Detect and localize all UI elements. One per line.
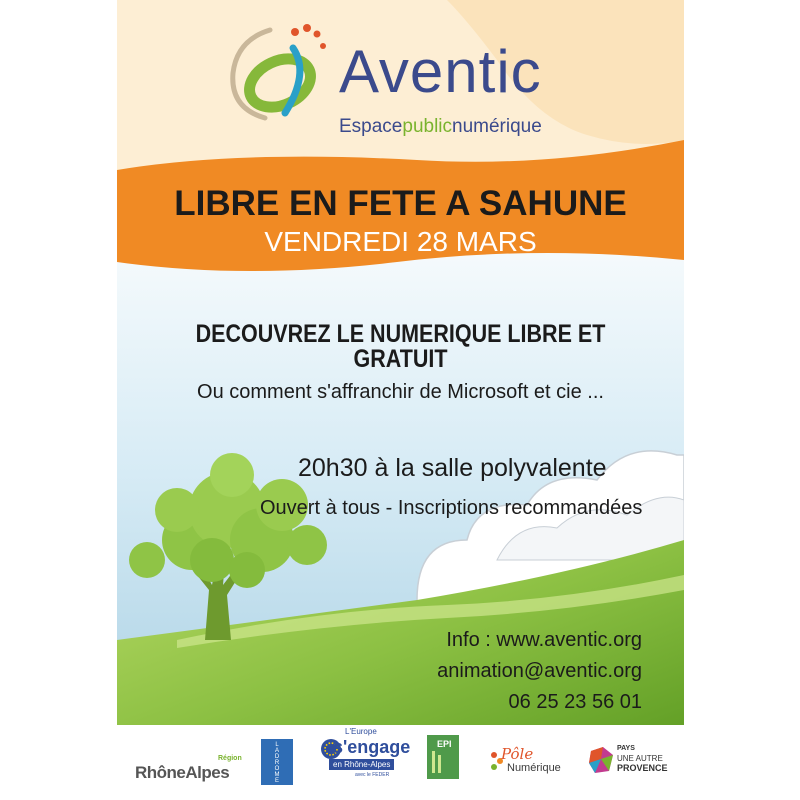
europe-line: en Rhône-Alpes xyxy=(329,759,395,770)
aventic-logo-icon xyxy=(230,24,326,121)
pays-line: UNE AUTRE xyxy=(617,754,663,763)
headline: DECOUVREZ LE NUMERIQUE LIBRE ET GRATUIT xyxy=(195,320,606,373)
pole-line: Numérique xyxy=(507,762,561,774)
rhone-alpes-region-label: Région xyxy=(218,755,242,762)
rhone-alpes-logo: Région RhôneAlpes xyxy=(135,755,243,785)
registration-note: Ouvert à tous - Inscriptions recommandée… xyxy=(260,497,643,519)
provence-map-icon xyxy=(589,747,613,773)
pays-line: PROVENCE xyxy=(617,763,668,773)
brand-name: Aventic xyxy=(339,38,542,105)
epi-logo: EPI xyxy=(427,735,459,779)
epi-label: EPI xyxy=(437,739,452,749)
info-phone: 06 25 23 56 01 xyxy=(508,691,642,713)
info-website: Info : www.aventic.org xyxy=(446,629,642,651)
drome-logo: L A D R O M E xyxy=(261,739,293,785)
pole-line: Pôle xyxy=(501,745,534,763)
europe-line: avec le FEDER xyxy=(355,772,390,778)
event-date: VENDREDI 28 MARS xyxy=(264,226,537,257)
pays-line: PAYS xyxy=(617,745,635,752)
info-email: animation@aventic.org xyxy=(437,660,642,682)
brand-tagline: Espacepublicnumérique xyxy=(339,117,542,136)
partners-footer: Région RhôneAlpes L A D R O M E L'Europe… xyxy=(117,725,684,800)
europe-engage-logo: L'Europe s'engage en Rhône-Alpes avec le… xyxy=(315,725,410,795)
europe-line: L'Europe xyxy=(345,727,377,736)
drome-letter: E xyxy=(274,778,279,784)
tagline-part: numérique xyxy=(452,116,542,137)
tagline-accent: public xyxy=(402,116,453,137)
pole-numerique-logo: Pôle Numérique xyxy=(489,745,579,781)
pays-provence-logo: PAYS UNE AUTRE PROVENCE xyxy=(587,743,682,783)
europe-line: s'engage xyxy=(333,737,411,757)
event-poster: Aventic Espacepublicnumérique LIBRE EN F… xyxy=(117,0,684,800)
time-and-venue: 20h30 à la salle polyvalente xyxy=(298,454,607,482)
tagline-part: Espace xyxy=(339,116,403,137)
rhone-alpes-label: RhôneAlpes xyxy=(135,763,230,782)
event-title: LIBRE EN FETE A SAHUNE xyxy=(174,184,627,223)
subline: Ou comment s'affranchir de Microsoft et … xyxy=(197,381,604,403)
